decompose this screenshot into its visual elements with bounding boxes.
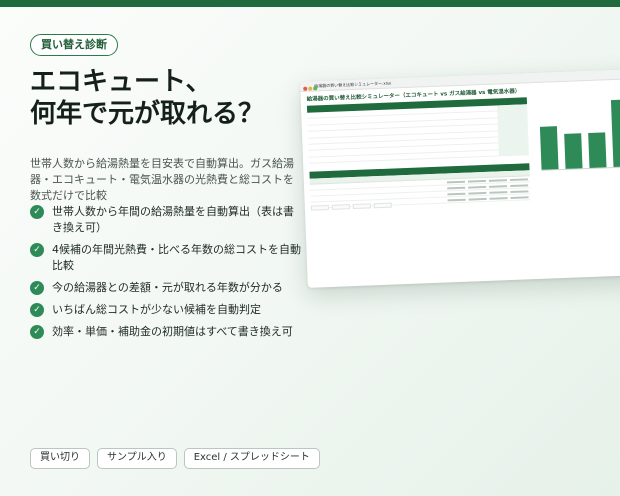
spreadsheet-window: 給湯器の買い替え比較シミュレーター.xlsx 給湯器の買い替え比較シミュレーター… — [300, 68, 620, 288]
chart-bar — [588, 132, 607, 168]
badge-row: 買い切り サンプル入り Excel / スプレッドシート — [30, 448, 320, 469]
description: 世帯人数から給湯熱量を目安表で自動算出。ガス給湯器・エコキュート・電気温水器の光… — [30, 157, 294, 202]
feature-item: ✓ 世帯人数から年間の給湯熱量を自動算出（表は書き換え可） — [30, 204, 302, 236]
top-accent-bar — [0, 0, 620, 7]
check-icon: ✓ — [30, 325, 44, 339]
chart-bars — [538, 95, 620, 171]
feature-item: ✓ 効率・単価・補助金の初期値はすべて書き換え可 — [30, 324, 302, 340]
check-icon: ✓ — [30, 303, 44, 317]
input-section — [306, 97, 531, 209]
check-icon: ✓ — [30, 281, 44, 295]
spreadsheet-preview: 給湯器の買い替え比較シミュレーター.xlsx 給湯器の買い替え比較シミュレーター… — [300, 68, 620, 292]
sheet-tab — [352, 203, 371, 210]
sheet-tab — [331, 204, 350, 210]
feature-text: 世帯人数から年間の給湯熱量を自動算出（表は書き換え可） — [52, 205, 294, 234]
feature-text: 今の給湯器との差額・元が取れる年数が分かる — [52, 281, 283, 294]
badge-format: Excel / スプレッドシート — [183, 448, 320, 469]
result-table — [309, 163, 531, 209]
feature-text: 効率・単価・補助金の初期値はすべて書き換え可 — [52, 325, 293, 338]
feature-list: ✓ 世帯人数から年間の給湯熱量を自動算出（表は書き換え可） ✓ 4候補の年間光熱費・… — [30, 204, 302, 346]
badge-buyout: 買い切り — [30, 448, 90, 469]
sheet-tab — [373, 202, 392, 209]
check-icon: ✓ — [30, 205, 44, 219]
badge-sample: サンプル入り — [97, 448, 177, 469]
cost-chart — [532, 85, 620, 179]
sheet-tab — [310, 204, 329, 211]
title-line-2: 何年で元が取れる？ — [30, 99, 265, 129]
feature-item: ✓ 4候補の年間光熱費・比べる年数の総コストを自動比較 — [30, 242, 302, 274]
chart-bar — [539, 125, 559, 170]
feature-item: ✓ 今の給湯器との差額・元が取れる年数が分かる — [30, 280, 302, 296]
page-title: エコキュート、 何年で元が取れる？ — [30, 66, 264, 130]
feature-item: ✓ いちばん総コストが少ない候補を自動判定 — [30, 302, 302, 318]
feature-text: いちばん総コストが少ない候補を自動判定 — [52, 303, 261, 316]
chart-bar — [610, 99, 620, 168]
category-tag: 買い替え診断 — [30, 34, 118, 56]
check-icon: ✓ — [30, 243, 44, 257]
window-controls-icon — [303, 84, 318, 95]
title-line-1: エコキュート、 — [30, 67, 212, 97]
file-name: 給湯器の買い替え比較シミュレーター.xlsx — [314, 80, 392, 89]
feature-text: 4候補の年間光熱費・比べる年数の総コストを自動比較 — [52, 243, 301, 272]
chart-bar — [564, 133, 583, 169]
